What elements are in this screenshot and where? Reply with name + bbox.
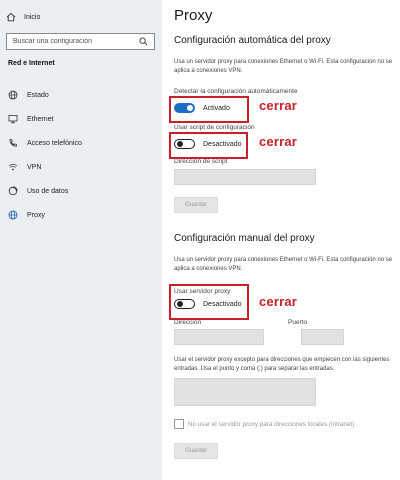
local-addresses-label: No usar el servidor proxy para direccion…: [188, 421, 355, 428]
sidebar-item-label: Acceso telefónico: [27, 139, 82, 147]
sidebar-item-acceso-telefonico[interactable]: Acceso telefónico: [0, 135, 162, 151]
script-address-label: Dirección de script: [174, 158, 228, 165]
sidebar-item-label: Proxy: [27, 211, 45, 219]
sidebar-item-ethernet[interactable]: Ethernet: [0, 111, 162, 127]
exceptions-input[interactable]: [174, 378, 316, 406]
annotation-box-3: [169, 284, 249, 320]
detect-settings-label: Detectar la configuración automáticament…: [174, 88, 298, 95]
phone-icon: [8, 138, 18, 148]
home-label: Inicio: [24, 13, 41, 21]
sidebar-item-proxy[interactable]: Proxy: [0, 207, 162, 223]
manual-save-button[interactable]: Guardar: [174, 443, 218, 459]
search-box[interactable]: Buscar una configuración: [6, 33, 155, 50]
globe-icon: [8, 210, 18, 220]
data-usage-icon: [8, 186, 18, 196]
sidebar-item-label: Estado: [27, 91, 49, 99]
main-content: Proxy Configuración automática del proxy…: [162, 0, 400, 480]
annotation-box-2: [169, 132, 248, 159]
monitor-icon: [8, 114, 18, 124]
manual-proxy-heading: Configuración manual del proxy: [174, 233, 315, 244]
sidebar-item-label: Uso de datos: [27, 187, 69, 195]
auto-proxy-heading: Configuración automática del proxy: [174, 35, 331, 46]
local-addresses-checkbox[interactable]: [174, 419, 184, 429]
manual-proxy-description: Usa un servidor proxy para conexiones Et…: [174, 257, 393, 272]
annotation-box-1: [169, 96, 249, 123]
sidebar-item-vpn[interactable]: VPN: [0, 159, 162, 175]
annotation-text-1: cerrar: [259, 98, 298, 113]
globe-icon: [8, 90, 18, 100]
sidebar-item-label: Ethernet: [27, 115, 54, 123]
port-input[interactable]: [301, 329, 344, 345]
sidebar-item-estado[interactable]: Estado: [0, 87, 162, 103]
auto-save-button[interactable]: Guardar: [174, 197, 218, 213]
section-title: Red e Internet: [8, 60, 55, 67]
home-icon: [6, 12, 16, 22]
search-icon[interactable]: [138, 37, 148, 47]
address-input[interactable]: [174, 329, 264, 345]
exceptions-label: Usar el servidor proxy excepto para dire…: [174, 357, 390, 372]
home-link[interactable]: Inicio: [6, 10, 40, 24]
annotation-text-2: cerrar: [259, 134, 298, 149]
script-address-input[interactable]: [174, 169, 316, 185]
search-input[interactable]: Buscar una configuración: [13, 38, 138, 45]
page-title: Proxy: [174, 7, 213, 24]
vpn-icon: [8, 162, 18, 172]
sidebar-item-label: VPN: [27, 163, 42, 171]
port-label: Puerto: [288, 319, 308, 326]
sidebar: Inicio Buscar una configuración Red e In…: [0, 0, 162, 480]
use-script-label: Usar script de configuración: [174, 124, 255, 131]
sidebar-item-uso-de-datos[interactable]: Uso de datos: [0, 183, 162, 199]
annotation-text-3: cerrar: [259, 294, 298, 309]
auto-proxy-description: Usa un servidor proxy para conexiones Et…: [174, 59, 393, 74]
address-label: Dirección: [174, 319, 202, 326]
